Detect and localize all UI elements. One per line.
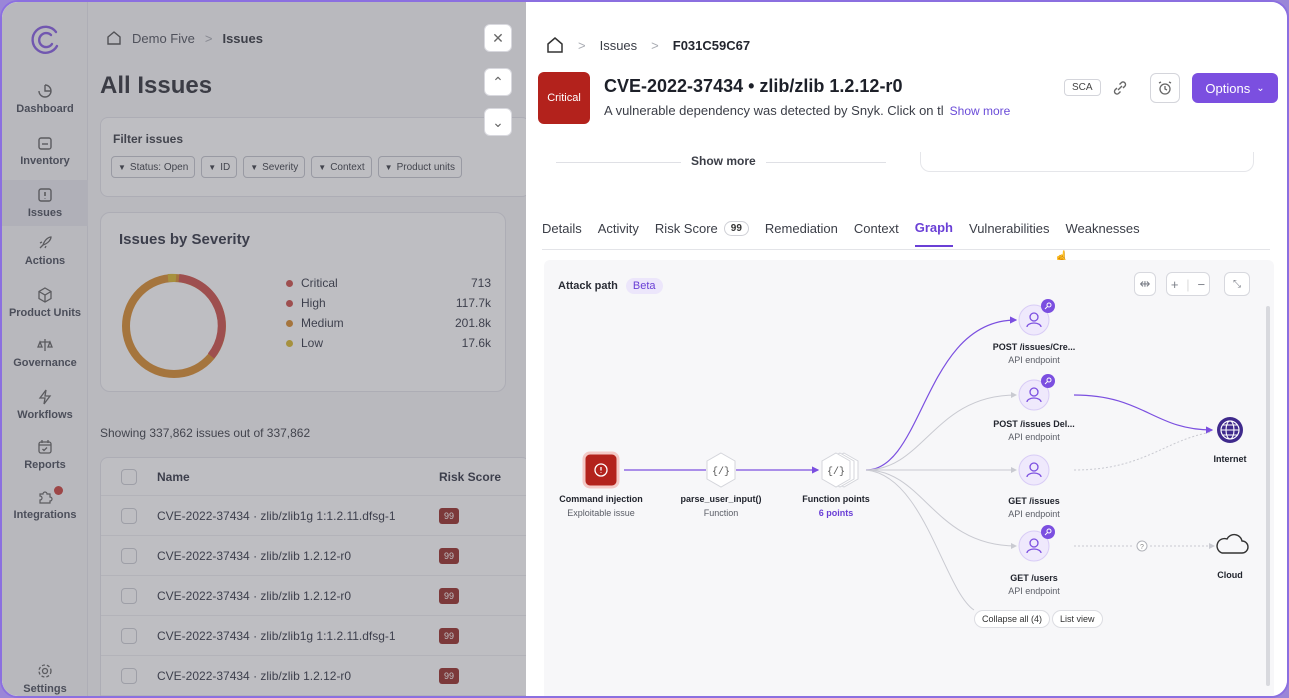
endpoint-node-4 bbox=[1018, 525, 1055, 562]
chevron-right-icon: > bbox=[578, 37, 586, 53]
node-label-ep2: POST /issues Del... bbox=[993, 419, 1075, 429]
tab-weaknesses[interactable]: Weaknesses bbox=[1065, 220, 1139, 247]
issue-description: A vulnerable dependency was detected by … bbox=[604, 103, 1010, 118]
show-more-button[interactable]: Show more bbox=[681, 154, 766, 168]
cloud-icon bbox=[1216, 533, 1249, 554]
chevron-right-icon: > bbox=[651, 37, 659, 53]
node-sub-parse: Function bbox=[703, 508, 739, 518]
node-label-cloud: Cloud bbox=[1217, 570, 1243, 580]
app-window: Dashboard Inventory Issues Actions Produ… bbox=[0, 0, 1289, 698]
edge-ep3-internet bbox=[1073, 431, 1213, 471]
close-panel-button[interactable]: ✕ bbox=[484, 24, 512, 52]
link-icon[interactable] bbox=[1110, 78, 1130, 98]
node-label-ep1: POST /issues/Cre... bbox=[992, 342, 1076, 352]
tab-vulnerabilities[interactable]: Vulnerabilities bbox=[969, 220, 1049, 247]
chevron-up-icon: ⌃ bbox=[492, 73, 504, 90]
tab-activity[interactable]: Activity bbox=[598, 220, 639, 247]
graph-edges: ? {/} {/} bbox=[582, 299, 1249, 611]
breadcrumb-issue-id: F031C59C67 bbox=[672, 37, 751, 53]
home-icon[interactable] bbox=[546, 36, 564, 54]
node-sub-ep3: API endpoint bbox=[1008, 509, 1060, 519]
risk-score-count: 99 bbox=[723, 221, 749, 236]
node-sub-ep1: API endpoint bbox=[1008, 355, 1060, 365]
globe-icon bbox=[1217, 417, 1243, 443]
svg-text:?: ? bbox=[1140, 544, 1144, 551]
detail-tabs: Details Activity Risk Score 99 Remediatio… bbox=[542, 220, 1140, 247]
panel-breadcrumb: > Issues > F031C59C67 bbox=[546, 36, 750, 54]
node-sub-function-points[interactable]: 6 points bbox=[776, 508, 896, 518]
options-button[interactable]: Options ⌄ bbox=[1192, 73, 1278, 103]
edge-fp-more bbox=[865, 469, 975, 611]
options-label: Options bbox=[1205, 80, 1251, 96]
tab-graph[interactable]: Graph bbox=[914, 220, 954, 247]
breadcrumb-issues[interactable]: Issues bbox=[600, 38, 638, 53]
node-label-ep4: GET /users bbox=[1010, 573, 1058, 583]
severity-badge: Critical bbox=[538, 72, 590, 124]
summary-card-edge bbox=[920, 152, 1254, 172]
tab-remediation[interactable]: Remediation bbox=[765, 220, 838, 247]
list-view-button[interactable]: List view bbox=[1052, 610, 1103, 628]
show-more-link[interactable]: Show more bbox=[950, 104, 1011, 118]
close-icon: ✕ bbox=[492, 29, 504, 46]
alarm-icon bbox=[1158, 81, 1172, 95]
tabs-divider bbox=[542, 249, 1270, 250]
edge-ep2-internet bbox=[1073, 394, 1214, 434]
node-label-parse: parse_user_input() bbox=[680, 494, 762, 504]
issue-type-tag: SCA bbox=[1064, 79, 1101, 96]
previous-issue-button[interactable]: ⌃ bbox=[484, 68, 512, 96]
node-label-command-injection: Command injection bbox=[559, 494, 643, 504]
endpoint-node-3 bbox=[1018, 454, 1050, 486]
node-sub-ep2: API endpoint bbox=[1008, 432, 1060, 442]
chevron-down-icon: ⌄ bbox=[1256, 82, 1265, 94]
reminder-button[interactable] bbox=[1150, 73, 1180, 103]
node-label-function-points: Function points bbox=[802, 494, 870, 504]
svg-text:{/}: {/} bbox=[712, 466, 730, 478]
chevron-down-icon: ⌄ bbox=[492, 113, 504, 130]
node-sub-command-injection: Exploitable issue bbox=[567, 508, 635, 518]
endpoint-node-1 bbox=[1018, 299, 1055, 336]
svg-text:{/}: {/} bbox=[827, 466, 845, 478]
collapse-all-button[interactable]: Collapse all (4) bbox=[974, 610, 1051, 628]
description-text: A vulnerable dependency was detected by … bbox=[604, 103, 944, 118]
node-label-ep3: GET /issues bbox=[1008, 496, 1060, 506]
tab-details[interactable]: Details bbox=[542, 220, 582, 247]
node-sub-ep4: API endpoint bbox=[1008, 586, 1060, 596]
tab-risk-score[interactable]: Risk Score 99 bbox=[655, 220, 749, 247]
next-issue-button[interactable]: ⌄ bbox=[484, 108, 512, 136]
node-label-internet: Internet bbox=[1213, 454, 1247, 464]
endpoint-node-2 bbox=[1018, 374, 1055, 411]
attack-path-graph: Attack path Beta ⇹ + | − ⤡ ? {/} {/} Com… bbox=[544, 260, 1274, 696]
issue-title: CVE-2022-37434 • zlib/zlib 1.2.12-r0 bbox=[604, 76, 903, 96]
modal-overlay[interactable] bbox=[2, 2, 528, 696]
tab-context[interactable]: Context bbox=[854, 220, 899, 247]
issue-detail-panel: > Issues > F031C59C67 Critical CVE-2022-… bbox=[526, 2, 1287, 696]
